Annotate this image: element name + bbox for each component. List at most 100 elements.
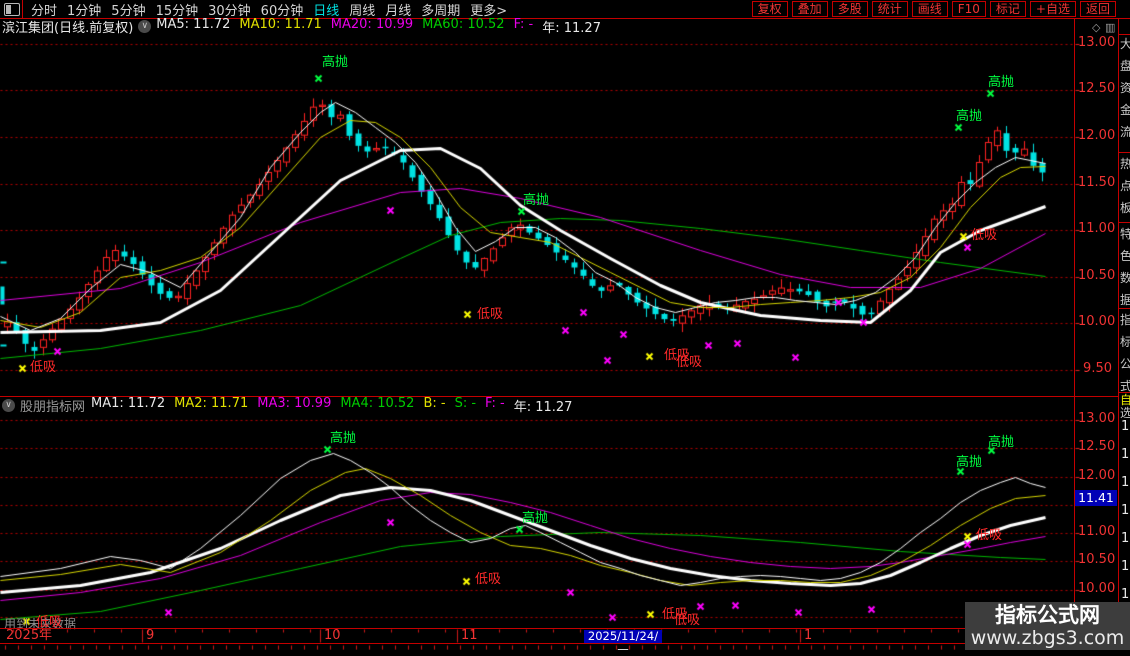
main-indicator-value: 年: 11.27 <box>542 17 601 36</box>
toolbar-button-7[interactable]: +自选 <box>1030 1 1076 17</box>
buy-signal-label: 低吸 <box>475 573 501 587</box>
strip-clipped-text: 色 <box>1120 250 1130 263</box>
toolbar-button-8[interactable]: 返回 <box>1080 1 1116 17</box>
chevron-down-icon[interactable]: ∨ <box>2 399 15 412</box>
y-axis-label: 12.00 <box>1078 469 1112 483</box>
main-chart-header: 滨江集团(日线.前复权) ∨ MA5: 11.72 MA10: 11.71 MA20… <box>2 19 610 33</box>
x-axis-label: 11 <box>461 629 478 643</box>
y-axis-label: 10.00 <box>1078 315 1112 329</box>
strip-price-digit: 1 <box>1121 560 1129 574</box>
chevron-down-icon[interactable]: ∨ <box>138 20 151 33</box>
strip-clipped-text: 标 <box>1120 336 1130 349</box>
toolbar-button-2[interactable]: 多股 <box>832 1 868 17</box>
x-axis-label: 10 <box>324 629 341 643</box>
main-indicator-value: MA10: 11.71 <box>239 17 321 36</box>
watermark-title: 指标公式网 <box>965 603 1130 628</box>
main-indicator-values: MA5: 11.72 MA10: 11.71 MA20: 10.99 MA60: 10… <box>156 17 610 36</box>
buy-signal-label: 低吸 <box>674 614 700 628</box>
buy-signal-label: 低吸 <box>30 361 56 375</box>
y-axis-label: 11.00 <box>1078 525 1112 539</box>
strip-separator <box>1119 222 1130 223</box>
buy-signal-label: 低吸 <box>477 308 503 322</box>
sell-signal-label: 高抛 <box>322 56 348 70</box>
strip-price-digit: 1 <box>1121 532 1129 546</box>
strip-clipped-text: 资 <box>1120 82 1130 95</box>
sub-indicator-value: 年: 11.27 <box>514 396 573 415</box>
sub-indicator-value: MA1: 11.72 <box>91 396 165 415</box>
watermark: 指标公式网 www.zbgs3.com <box>965 602 1130 650</box>
y-axis-label: 10.00 <box>1078 582 1112 596</box>
main-indicator-value: MA20: 10.99 <box>331 17 413 36</box>
indicator-source-label: 股朋指标网 <box>20 396 85 415</box>
sell-signal-label: 高抛 <box>330 432 356 446</box>
main-indicator-value: MA5: 11.72 <box>156 17 230 36</box>
toolbar-button-5[interactable]: F10 <box>952 1 986 17</box>
strip-clipped-text: 式 <box>1120 380 1130 393</box>
sell-signal-label: 高抛 <box>956 456 982 470</box>
top-toolbar: 分时1分钟5分钟15分钟30分钟60分钟日线周线月线多周期更多> 复权叠加多股统… <box>0 0 1130 18</box>
strip-clipped-text: 数 <box>1120 272 1130 285</box>
y-axis-label: 9.50 <box>1078 362 1112 376</box>
sell-signal-label: 高抛 <box>523 194 549 208</box>
watermark-url: www.zbgs3.com <box>965 628 1130 649</box>
buy-signal-label: 低吸 <box>676 356 702 370</box>
sub-indicator-value: MA2: 11.71 <box>174 396 248 415</box>
toolbar-button-6[interactable]: 标记 <box>990 1 1026 17</box>
strip-clipped-text: 大 <box>1120 38 1130 51</box>
strip-clipped-text: 据 <box>1120 294 1130 307</box>
y-axis-label: 13.00 <box>1078 412 1112 426</box>
strip-separator <box>1119 308 1130 309</box>
sell-signal-label: 高抛 <box>956 110 982 124</box>
x-axis-label: 9 <box>146 629 154 643</box>
divider-line <box>0 628 1118 629</box>
stock-title: 滨江集团(日线.前复权) <box>2 17 133 36</box>
toolbar-button-0[interactable]: 复权 <box>752 1 788 17</box>
price-chart-canvas[interactable] <box>0 0 1130 650</box>
toolbar-button-1[interactable]: 叠加 <box>792 1 828 17</box>
x-axis-label: 2025年 <box>6 629 52 643</box>
strip-clipped-text: 流 <box>1120 126 1130 139</box>
sub-indicator-value: MA4: 10.52 <box>340 396 414 415</box>
panel-toggle-icon[interactable] <box>4 3 20 16</box>
strip-clipped-text: 热 <box>1120 158 1130 171</box>
toolbar-buttons: 复权叠加多股统计画线F10标记+自选返回 <box>752 1 1116 17</box>
y-axis-label: 13.00 <box>1078 36 1112 50</box>
sub-indicator-value: F: - <box>485 396 505 415</box>
buy-signal-label: 低吸 <box>971 229 997 243</box>
y-axis-label: 12.50 <box>1078 440 1112 454</box>
selected-date-box: 2025/11/24/— <box>584 630 662 643</box>
x-axis-label: 1 <box>804 629 812 643</box>
y-axis-label: 11.00 <box>1078 222 1112 236</box>
strip-clipped-text: 公 <box>1120 358 1130 371</box>
strip-separator <box>1119 34 1130 35</box>
y-axis-label: 11.50 <box>1078 176 1112 190</box>
strip-price-digit: 1 <box>1121 588 1129 602</box>
toolbar-button-4[interactable]: 画线 <box>912 1 948 17</box>
strip-price-digit: 1 <box>1121 448 1129 462</box>
strip-clipped-text: 特 <box>1120 228 1130 241</box>
last-price-tag: 11.41 <box>1075 490 1117 506</box>
y-axis-label: 12.00 <box>1078 129 1112 143</box>
main-indicator-value: MA60: 10.52 <box>422 17 504 36</box>
panes-icon[interactable]: ▥ <box>1105 21 1115 34</box>
sell-signal-label: 高抛 <box>522 512 548 526</box>
diamond-icon[interactable]: ◇ <box>1092 21 1100 34</box>
y-axis-label: 10.50 <box>1078 269 1112 283</box>
toolbar-button-3[interactable]: 统计 <box>872 1 908 17</box>
date-axis: 2025/11/24/— 2025年910111 <box>0 629 1118 643</box>
strip-clipped-text: 盘 <box>1120 60 1130 73</box>
timeframe-tabs: 分时1分钟5分钟15分钟30分钟60分钟日线周线月线多周期更多> <box>26 0 512 18</box>
strip-price-digit: 1 <box>1121 504 1129 518</box>
divider-line <box>0 643 1118 644</box>
strip-clipped-text: 板 <box>1120 202 1130 215</box>
sub-indicator-value: B: - <box>423 396 445 415</box>
strip-clipped-text: 金 <box>1120 104 1130 117</box>
strip-clipped-text: 指 <box>1120 314 1130 327</box>
strip-separator <box>1119 152 1130 153</box>
right-edge-clipped-panel: 大盘资金流热点板特色数据指标公式自选1111111 <box>1118 19 1130 650</box>
sell-signal-label: 高抛 <box>988 436 1014 450</box>
main-indicator-value: F: - <box>514 17 534 36</box>
axis-border-line <box>1074 19 1075 643</box>
y-axis-label: 10.50 <box>1078 553 1112 567</box>
sub-indicator-values: MA1: 11.72MA2: 11.71MA3: 10.99MA4: 10.52… <box>91 396 581 415</box>
